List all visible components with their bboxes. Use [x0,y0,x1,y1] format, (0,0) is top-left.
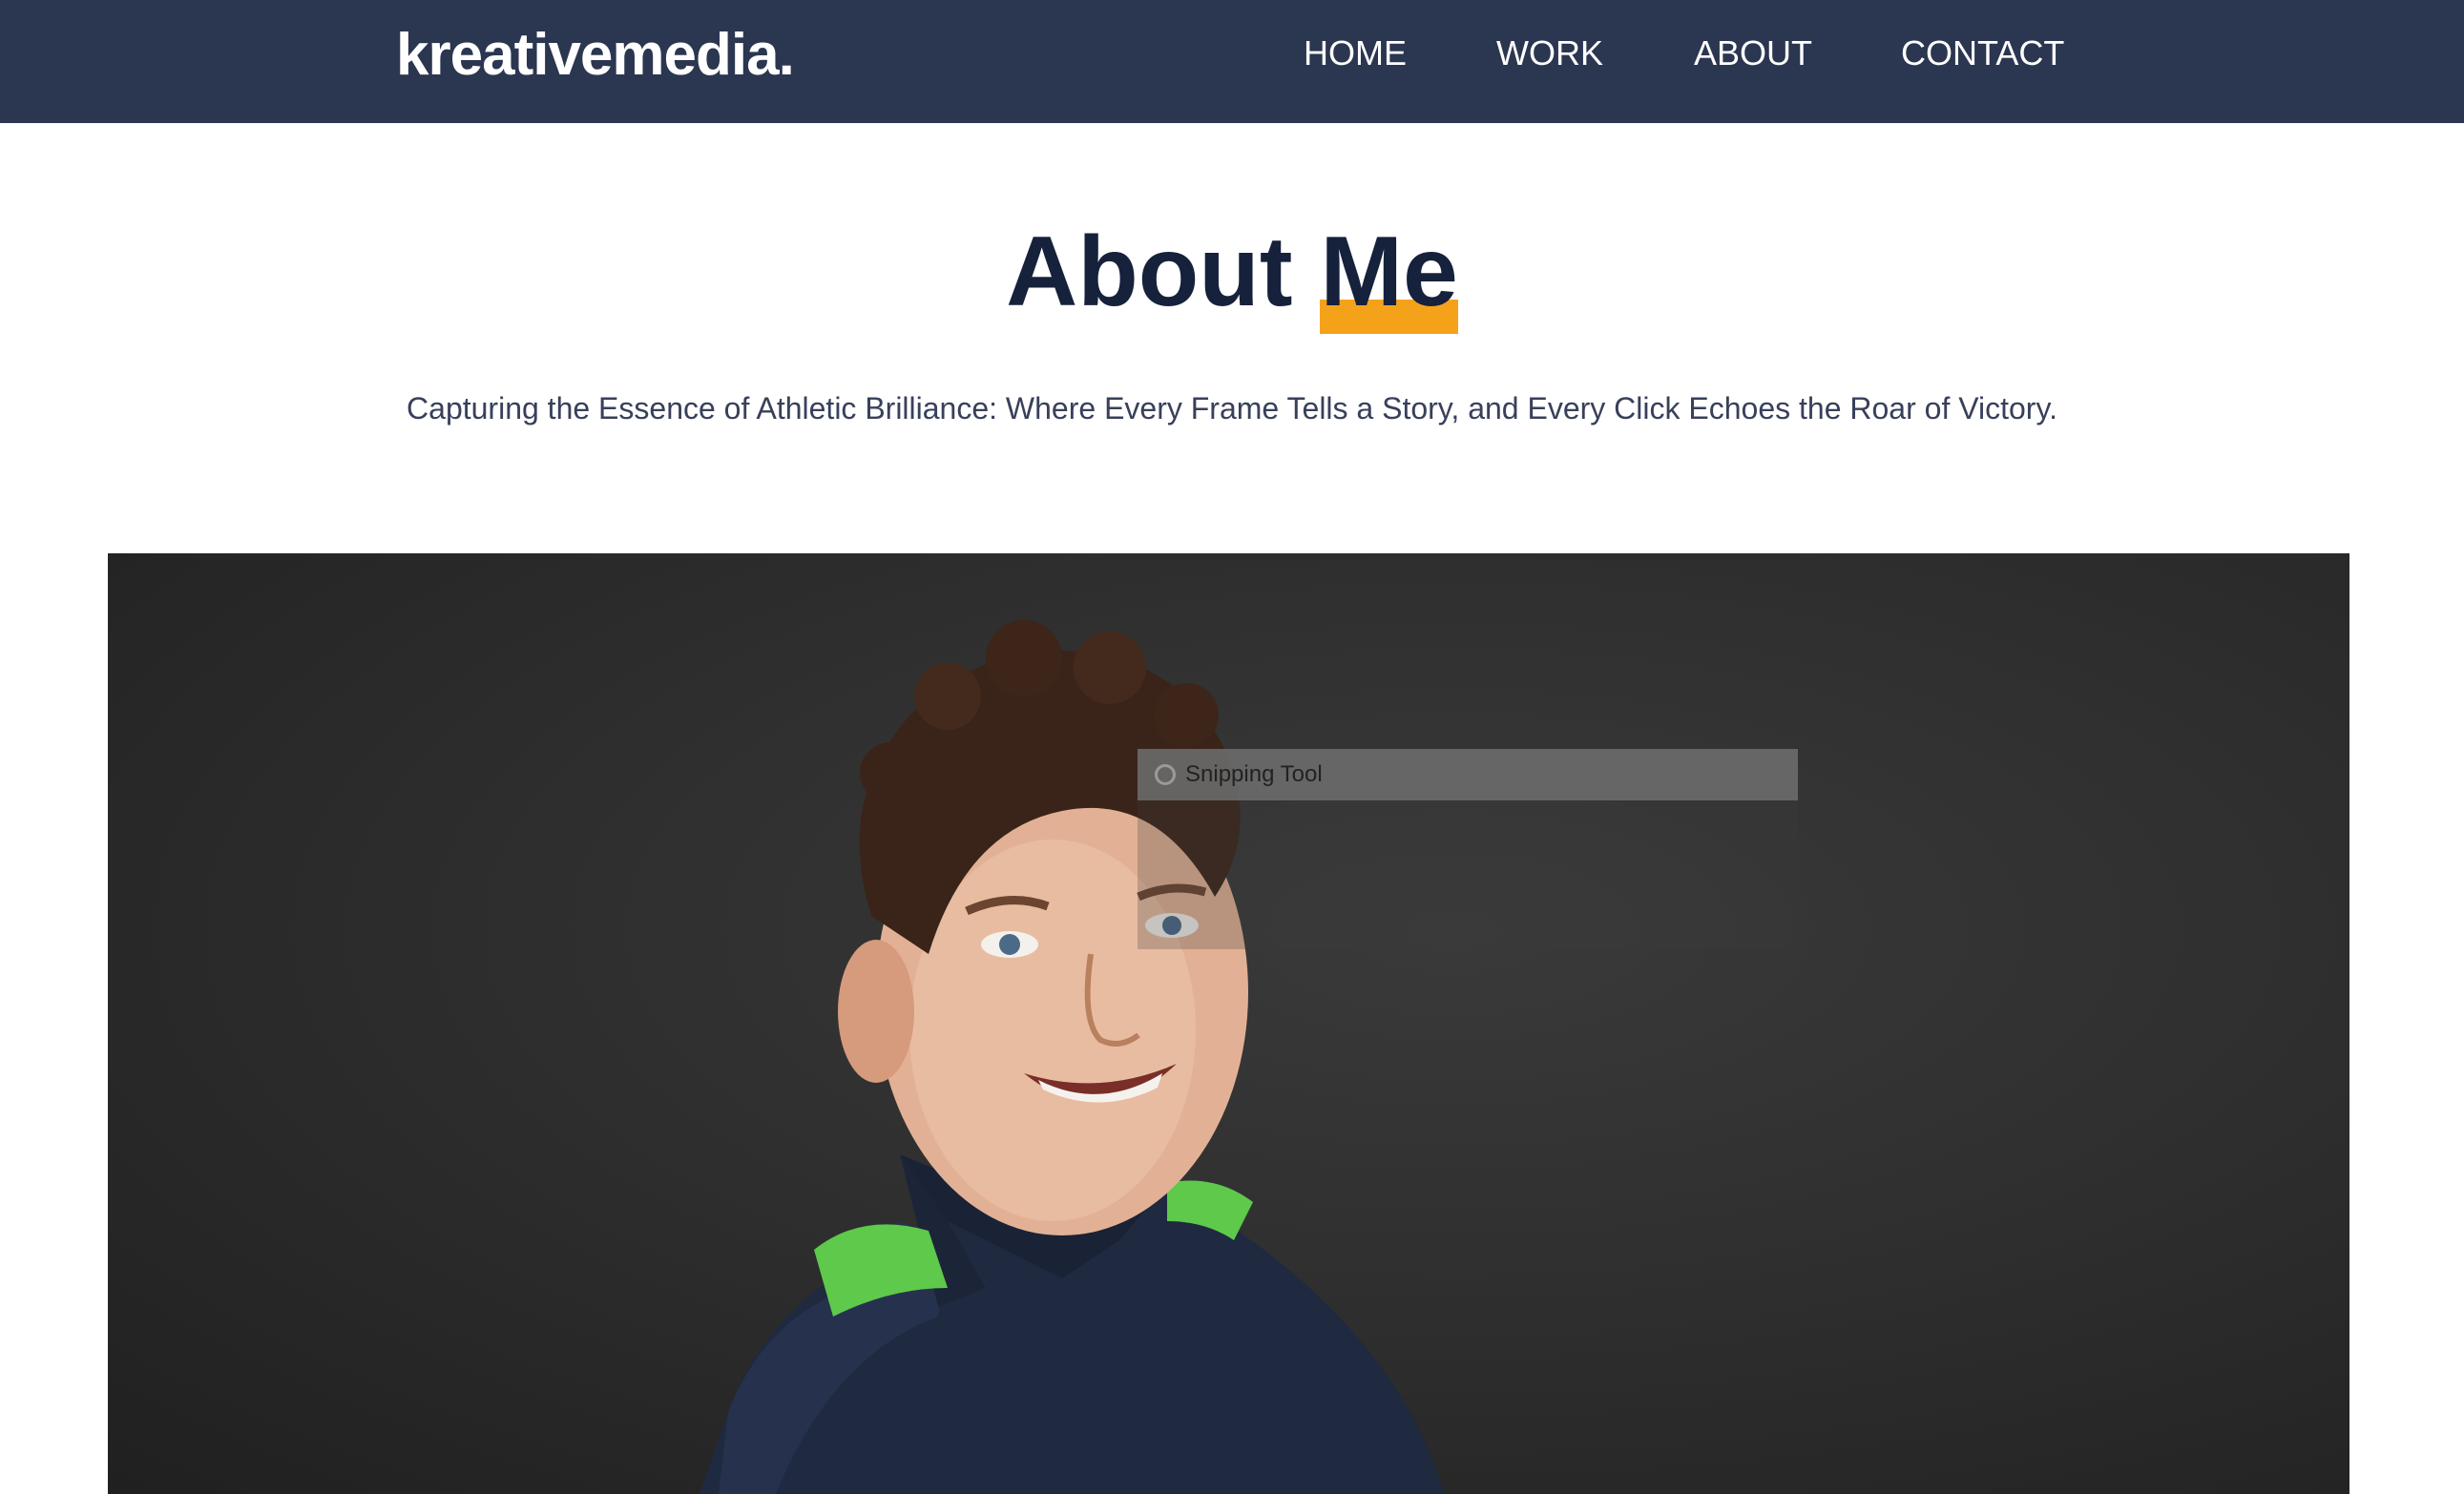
page-subtitle: Capturing the Essence of Athletic Brilli… [407,391,2057,425]
logo[interactable]: kreativemedia. [396,17,801,93]
athlete-photo [108,553,2349,1494]
title-highlight: Me [1320,210,1459,334]
nav-work[interactable]: WORK [1496,25,1603,82]
nav-about[interactable]: ABOUT [1694,25,1812,82]
snipping-tool-titlebar[interactable]: Snipping Tool [1138,749,1798,800]
snipping-tool-overlay[interactable]: Snipping Tool [1138,749,1798,949]
logo-text-part2: media [612,22,779,88]
title-start: About [1006,217,1293,327]
logo-accent: media. [612,17,801,93]
logo-text-part1: kreative [396,22,613,88]
site-header: kreativemedia. HOME WORK ABOUT CONTACT [0,0,2464,123]
nav-home[interactable]: HOME [1304,25,1407,82]
page-title: About Me [0,210,2464,334]
nav-contact[interactable]: CONTACT [1901,25,2064,82]
snipping-tool-icon [1155,764,1176,785]
athlete-illustration [700,620,1444,1494]
logo-dot: . [778,22,795,88]
snipping-tool-label: Snipping Tool [1185,761,1323,787]
